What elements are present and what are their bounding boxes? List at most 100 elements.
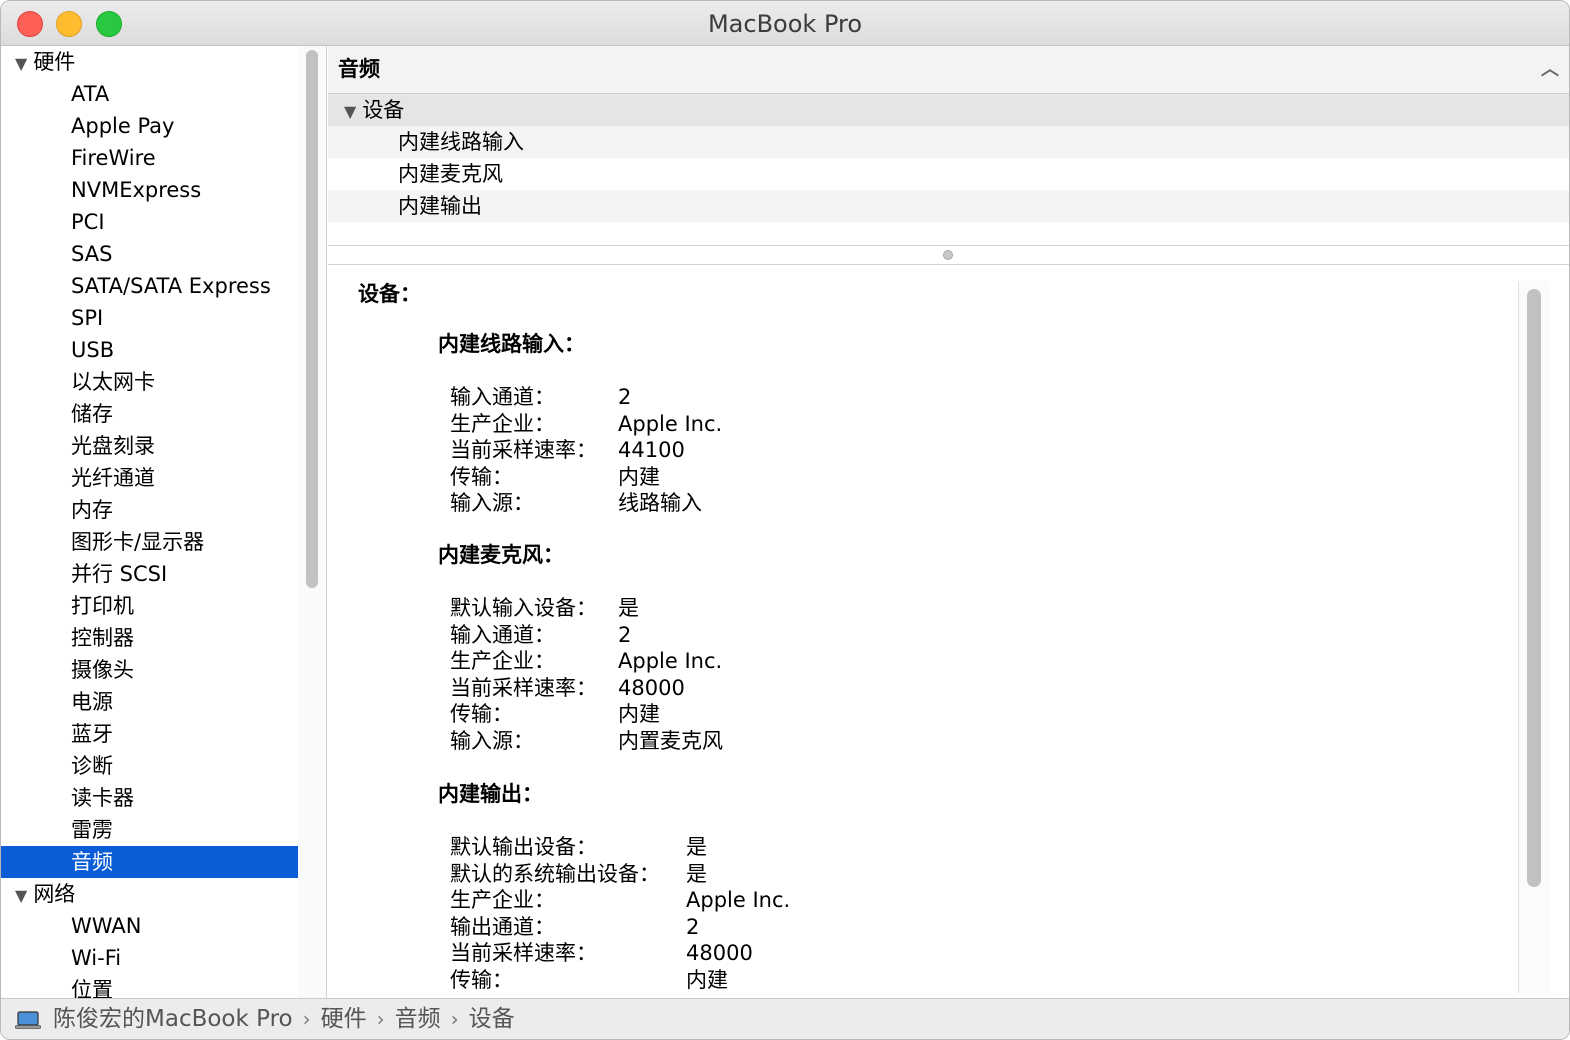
property-value: 48000 xyxy=(686,941,753,966)
list-item[interactable]: 内建麦克风 xyxy=(328,158,1569,190)
sidebar-item[interactable]: 以太网卡 xyxy=(1,366,298,398)
property-value: Apple Inc. xyxy=(618,649,723,674)
sidebar-item[interactable]: 雷雳 xyxy=(1,814,298,846)
sidebar-item[interactable]: 内存 xyxy=(1,494,298,526)
property-label: 生产企业： xyxy=(450,411,555,436)
breadcrumb: 陈俊宏的MacBook Pro › 硬件 › 音频 › 设备 xyxy=(53,999,515,1039)
property-value: 是 xyxy=(618,596,639,620)
title-bar: MacBook Pro xyxy=(1,1,1569,46)
property-value: 是 xyxy=(686,835,707,859)
property-value: Apple Inc. xyxy=(686,888,791,913)
column-title: 音频 xyxy=(338,57,380,81)
section-title: 内建麦克风： xyxy=(438,543,564,567)
sidebar-item[interactable]: Wi-Fi xyxy=(1,942,298,974)
sidebar-item[interactable]: 读卡器 xyxy=(1,782,298,814)
property-value: 内建 xyxy=(618,702,660,727)
list-item-label: 内建麦克风 xyxy=(398,162,503,186)
detail-pane: 设备： 内建线路输入： 输入通道： 2 生产企业： Apple Inc. 当前采样速率： 4… xyxy=(328,265,1569,998)
property-value: Apple Inc. xyxy=(618,411,723,436)
detail-scroll-thumb[interactable] xyxy=(1527,289,1541,887)
property-value: 44100 xyxy=(618,438,685,463)
property-label: 生产企业： xyxy=(450,649,555,674)
property-value: 2 xyxy=(618,385,632,409)
sidebar-item[interactable]: 储存 xyxy=(1,398,298,430)
sidebar-item[interactable]: 光纤通道 xyxy=(1,462,298,494)
list-item[interactable]: 内建线路输入 xyxy=(328,126,1569,158)
breadcrumb-separator-icon: › xyxy=(376,1007,385,1031)
section-title: 内建输出： xyxy=(438,782,543,806)
property-label: 输入通道： xyxy=(450,622,555,647)
sidebar-item[interactable]: 诊断 xyxy=(1,750,298,782)
property-value: 2 xyxy=(686,914,700,939)
sidebar-scrollbar[interactable] xyxy=(298,46,327,998)
property-label: 默认输出设备： xyxy=(450,835,597,859)
sidebar-item[interactable]: SPI xyxy=(1,302,298,334)
sidebar-item[interactable]: 电源 xyxy=(1,686,298,718)
property-value: 是 xyxy=(686,861,707,886)
sidebar-item[interactable]: NVMExpress xyxy=(1,174,298,206)
property-value: 内建 xyxy=(686,968,728,992)
sidebar-item[interactable]: FireWire xyxy=(1,142,298,174)
sidebar-item[interactable]: PCI xyxy=(1,206,298,238)
list-group-devices[interactable]: ▼ 设备 xyxy=(328,94,1569,126)
property-value: 内建 xyxy=(618,464,660,489)
laptop-icon xyxy=(15,1011,41,1029)
list-item[interactable]: 内建输出 xyxy=(328,190,1569,222)
list-group-label: 设备 xyxy=(362,98,405,122)
chevron-up-icon[interactable]: ︿ xyxy=(1541,46,1559,93)
property-value: 48000 xyxy=(618,675,685,700)
sidebar: ▼ 硬件 ▼ 网络 ATA Apple Pay FireWire NVMExpress PC… xyxy=(1,46,298,998)
detail-heading: 设备： xyxy=(358,282,421,306)
sidebar-item[interactable]: 蓝牙 xyxy=(1,718,298,750)
section-title: 内建线路输入： xyxy=(438,332,585,356)
disclosure-triangle-icon[interactable]: ▼ xyxy=(15,880,27,912)
sidebar-item[interactable]: Apple Pay xyxy=(1,110,298,142)
sidebar-item[interactable]: 摄像头 xyxy=(1,654,298,686)
sidebar-item[interactable]: 打印机 xyxy=(1,590,298,622)
breadcrumb-separator-icon: › xyxy=(302,1007,311,1031)
main-pane: 音频 ︿ ▼ 设备 内建线路输入 内建麦克风 内建输出 设备： 内建线路输入： 输入… xyxy=(328,46,1569,998)
breadcrumb-computer[interactable]: 陈俊宏的MacBook Pro xyxy=(53,1006,293,1032)
sidebar-group-hardware[interactable]: ▼ 硬件 xyxy=(1,46,298,78)
property-label: 输入源： xyxy=(450,729,534,753)
sidebar-item[interactable]: 位置 xyxy=(1,974,298,998)
property-label: 默认输入设备： xyxy=(450,596,597,620)
list-item-label: 内建线路输入 xyxy=(398,130,524,154)
sidebar-item[interactable]: SATA/SATA Express xyxy=(1,270,298,302)
property-label: 生产企业： xyxy=(450,888,555,913)
sidebar-group-network[interactable]: ▼ 网络 xyxy=(1,878,298,910)
property-label: 当前采样速率： xyxy=(450,438,597,463)
sidebar-item[interactable]: 音频 xyxy=(1,846,298,878)
property-value: 内置麦克风 xyxy=(618,729,723,753)
property-label: 当前采样速率： xyxy=(450,941,597,966)
property-label: 默认的系统输出设备： xyxy=(450,861,660,886)
sidebar-item[interactable]: 图形卡/显示器 xyxy=(1,526,298,558)
disclosure-triangle-icon[interactable]: ▼ xyxy=(344,96,356,128)
sidebar-item[interactable]: SAS xyxy=(1,238,298,270)
detail-scrollbar[interactable] xyxy=(1518,281,1549,993)
property-label: 传输： xyxy=(450,702,513,727)
property-label: 传输： xyxy=(450,464,513,489)
divider-handle[interactable] xyxy=(943,250,953,260)
list-column-header[interactable]: 音频 ︿ xyxy=(328,46,1569,94)
sidebar-group-label: 硬件 xyxy=(33,50,76,74)
sidebar-item[interactable]: WWAN xyxy=(1,910,298,942)
split-view-divider[interactable] xyxy=(328,245,1569,265)
property-label: 当前采样速率： xyxy=(450,675,597,700)
sidebar-item[interactable]: 并行 SCSI xyxy=(1,558,298,590)
sidebar-item[interactable]: 控制器 xyxy=(1,622,298,654)
breadcrumb-separator-icon: › xyxy=(450,1007,459,1031)
property-label: 输出通道： xyxy=(450,914,555,939)
sidebar-item[interactable]: ATA xyxy=(1,78,298,110)
list-item-label: 内建输出 xyxy=(398,194,482,218)
sidebar-item[interactable]: 光盘刻录 xyxy=(1,430,298,462)
path-bar: 陈俊宏的MacBook Pro › 硬件 › 音频 › 设备 xyxy=(1,998,1569,1039)
breadcrumb-audio[interactable]: 音频 xyxy=(395,1006,441,1032)
sidebar-item[interactable]: USB xyxy=(1,334,298,366)
disclosure-triangle-icon[interactable]: ▼ xyxy=(15,48,27,80)
breadcrumb-devices[interactable]: 设备 xyxy=(469,1006,515,1032)
sidebar-scroll-thumb[interactable] xyxy=(306,50,318,588)
breadcrumb-hardware[interactable]: 硬件 xyxy=(321,1006,367,1032)
property-value: 2 xyxy=(618,622,632,647)
property-label: 输入通道： xyxy=(450,385,555,409)
